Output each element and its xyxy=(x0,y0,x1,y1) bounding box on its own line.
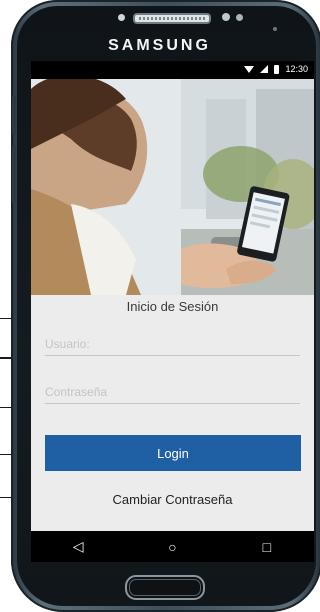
earpiece-speaker xyxy=(133,13,211,24)
power-key xyxy=(12,95,16,135)
proximity-sensor xyxy=(118,14,125,21)
light-sensor xyxy=(236,14,243,21)
battery-icon xyxy=(274,64,280,74)
volume-key xyxy=(12,145,16,203)
hardware-home-button[interactable] xyxy=(125,575,205,600)
home-icon[interactable]: ○ xyxy=(152,539,192,555)
notification-led xyxy=(273,27,277,31)
back-icon[interactable]: ◁ xyxy=(58,538,98,555)
status-icons: 12:30 xyxy=(244,64,308,74)
password-field[interactable] xyxy=(45,381,300,404)
status-bar: 12:30 xyxy=(31,61,314,79)
brand-logo: SAMSUNG xyxy=(108,37,211,54)
phone-screen: 12:30 Inicio de Sesión Usuario: Login Ca… xyxy=(31,61,314,562)
signal-icon xyxy=(260,65,269,73)
recents-icon[interactable]: □ xyxy=(247,539,287,555)
login-button[interactable]: Login xyxy=(45,435,301,471)
change-password-link[interactable]: Cambiar Contraseña xyxy=(31,492,314,507)
hero-photo xyxy=(31,79,314,295)
wifi-icon xyxy=(244,65,255,73)
status-time: 12:30 xyxy=(285,64,308,74)
login-title: Inicio de Sesión xyxy=(126,299,219,314)
android-nav-bar: ◁ ○ □ xyxy=(31,531,314,562)
username-field[interactable] xyxy=(45,333,300,356)
woman-with-phone-illustration xyxy=(31,79,314,295)
front-camera xyxy=(222,13,230,21)
